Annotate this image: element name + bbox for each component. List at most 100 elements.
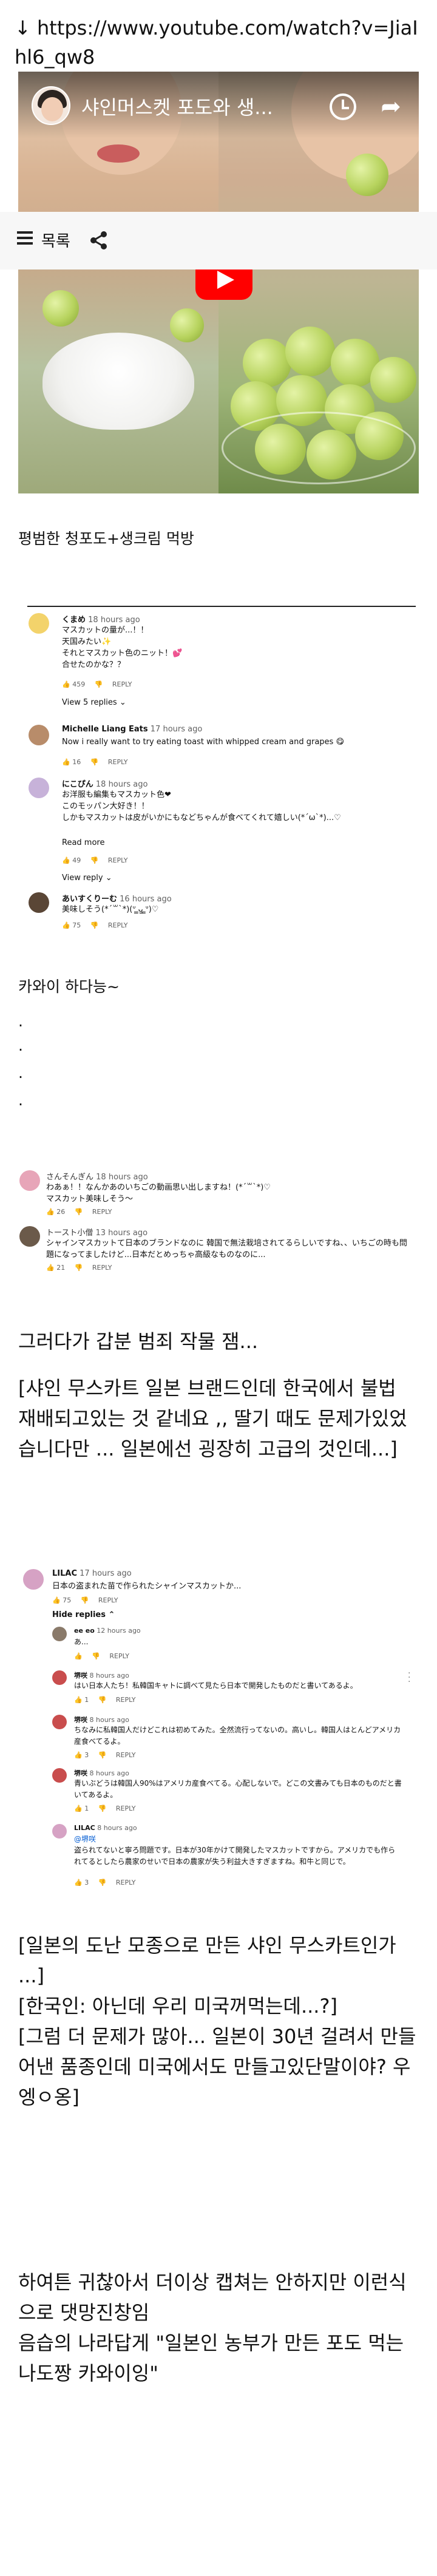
comment-time: 8 hours ago [89,1769,129,1777]
comment-time: 18 hours ago [88,615,140,625]
thumb-up-icon[interactable]: 👍 [62,921,70,929]
thumb-down-icon[interactable]: 👎 [81,1596,89,1604]
reply-button[interactable]: REPLY [98,1596,118,1604]
comment-actions: 👍 👎 REPLY [74,1652,129,1660]
avatar [52,1715,67,1729]
thumb-up-icon[interactable]: 👍 [74,1805,83,1812]
video-title[interactable]: 샤인머스켓 포도와 생... [81,92,312,120]
reply-button[interactable]: REPLY [108,856,128,864]
thumb-down-icon[interactable]: 👎 [75,1208,83,1216]
avatar [23,1569,44,1590]
hide-replies-link[interactable]: Hide replies ⌃ [52,1610,115,1619]
comment-actions: 👍 1 👎 REPLY [74,1696,136,1704]
channel-avatar[interactable] [32,86,70,125]
comment-time: 8 hours ago [97,1824,137,1832]
video-toolbar: 목록 [0,212,437,269]
mention-link[interactable]: @堺咲 [74,1834,402,1845]
comment-actions: 👍 16 👎 REPLY [62,758,128,766]
comment-author[interactable]: 堺咲 [74,1672,87,1679]
reply-button[interactable]: REPLY [108,921,128,929]
thumb-down-icon[interactable]: 👎 [75,1264,83,1272]
comment-body: ちなみに私韓国人だけどこれは初めてみた。全然流行ってないの。高いし。韓国人はとん… [74,1726,401,1746]
thumb-up-icon[interactable]: 👍 [46,1264,55,1272]
like-count: 16 [72,758,81,766]
url-text[interactable]: ↓ https://www.youtube.com/watch?v=JiaIhl… [15,13,422,72]
comment-time: 17 hours ago [150,725,203,734]
share-icon[interactable]: ➦ [376,95,405,119]
reply-button[interactable]: REPLY [116,1805,136,1812]
comment-body: あ... [74,1638,89,1646]
thumb-up-icon[interactable]: 👍 [62,758,70,766]
thumb-up-icon[interactable]: 👍 [62,680,70,688]
like-count: 49 [72,856,81,864]
comment-time: 18 hours ago [95,780,148,789]
post-paragraph-6: 하여튼 귀찮아서 더이상 캡쳐는 안하지만 이런식으로 댓망진창임 음습의 나라… [18,2271,407,2385]
reply-button[interactable]: REPLY [116,1879,136,1886]
reply-button[interactable]: REPLY [92,1264,112,1272]
thumb-down-icon[interactable]: 👎 [95,680,103,688]
thumb-up-icon[interactable]: 👍 [62,856,70,864]
dot-line: . [18,1012,23,1030]
comment-author[interactable]: さんそんぎん [46,1173,93,1182]
video-embed[interactable]: 샤인머스켓 포도와 생... ➦ [18,72,419,493]
thumb-up-icon[interactable]: 👍 [52,1596,61,1604]
reply-button[interactable]: REPLY [116,1751,136,1759]
avatar [29,892,49,913]
grape [285,327,335,376]
like-count: 1 [84,1805,89,1812]
comment-author[interactable]: くまめ [62,615,86,625]
thumb-down-icon[interactable]: 👎 [90,921,99,929]
comment-body: 盗られてないと寧ろ問題です。日本が30年かけて開発したマスカットですから。アメリ… [74,1846,396,1866]
like-count: 459 [72,680,86,688]
thumb-down-icon[interactable]: 👎 [98,1751,107,1759]
thumb-down-icon[interactable]: 👎 [90,856,99,864]
reply-button[interactable]: REPLY [112,680,132,688]
reply-button[interactable]: REPLY [92,1208,112,1216]
reply-button[interactable]: REPLY [108,758,128,766]
more-options-icon[interactable]: · · · [408,1669,412,1686]
avatar [52,1627,67,1641]
thumb-down-icon[interactable]: 👎 [98,1879,107,1886]
dot-line: . [18,1064,23,1082]
comment-author[interactable]: にこぴん [62,780,93,789]
read-more-link[interactable]: Read more [62,838,104,847]
comment-body: マスカットの量が...！！ 天国みたい✨ それとマスカット色のニット！💕 合せた… [62,626,183,669]
comment-author[interactable]: 堺咲 [74,1716,87,1724]
comment-time: 8 hours ago [89,1716,129,1724]
comment-author[interactable]: LILAC [74,1824,95,1832]
comment-time: 8 hours ago [89,1672,129,1679]
reply-button[interactable]: REPLY [109,1652,129,1660]
thumb-up-icon[interactable]: 👍 [74,1879,83,1886]
avatar [52,1824,67,1839]
thumb-up-icon[interactable]: 👍 [74,1652,83,1660]
comments-screenshot-3: LILAC 17 hours ago 日本の盗まれた苗で作られたシャインマスカッ… [18,1566,419,1906]
grape [42,290,79,327]
like-count: 26 [56,1208,66,1216]
glass-bowl [222,412,416,484]
thumb-down-icon[interactable]: 👎 [90,758,99,766]
view-replies-link[interactable]: View reply ⌄ [62,873,112,883]
view-replies-link[interactable]: View 5 replies ⌄ [62,698,126,707]
share-nodes-icon[interactable] [89,230,109,251]
thumb-up-icon[interactable]: 👍 [46,1208,55,1216]
comment-author[interactable]: Michelle Liang Eats [62,725,148,734]
comment-body: 青いぶどうは韓国人90%はアメリカ産食べてる。心配しないで。どこの文書みても日本… [74,1779,402,1799]
comment-author[interactable]: LILAC [52,1569,77,1578]
like-count: 1 [84,1696,89,1704]
like-count: 75 [63,1596,72,1604]
thumb-up-icon[interactable]: 👍 [74,1751,83,1759]
list-button[interactable]: 목록 [17,225,84,257]
comment-author[interactable]: 堺咲 [74,1769,87,1777]
like-count: 3 [84,1751,89,1759]
thumb-down-icon[interactable]: 👎 [92,1652,100,1660]
comment-author[interactable]: トースト小僧 [46,1229,93,1238]
comment-body: お洋服も編集もマスカット色❤ このモッパン大好き！！ しかもマスカットは皮がいか… [62,790,341,822]
list-label: 목록 [41,232,70,251]
comment-author[interactable]: あいすくりーむ [62,895,117,904]
watch-later-icon[interactable] [330,93,356,120]
reply-button[interactable]: REPLY [116,1696,136,1704]
thumb-up-icon[interactable]: 👍 [74,1696,83,1704]
comment-author[interactable]: ee eo [74,1627,95,1635]
thumb-down-icon[interactable]: 👎 [98,1805,107,1812]
thumb-down-icon[interactable]: 👎 [98,1696,107,1704]
